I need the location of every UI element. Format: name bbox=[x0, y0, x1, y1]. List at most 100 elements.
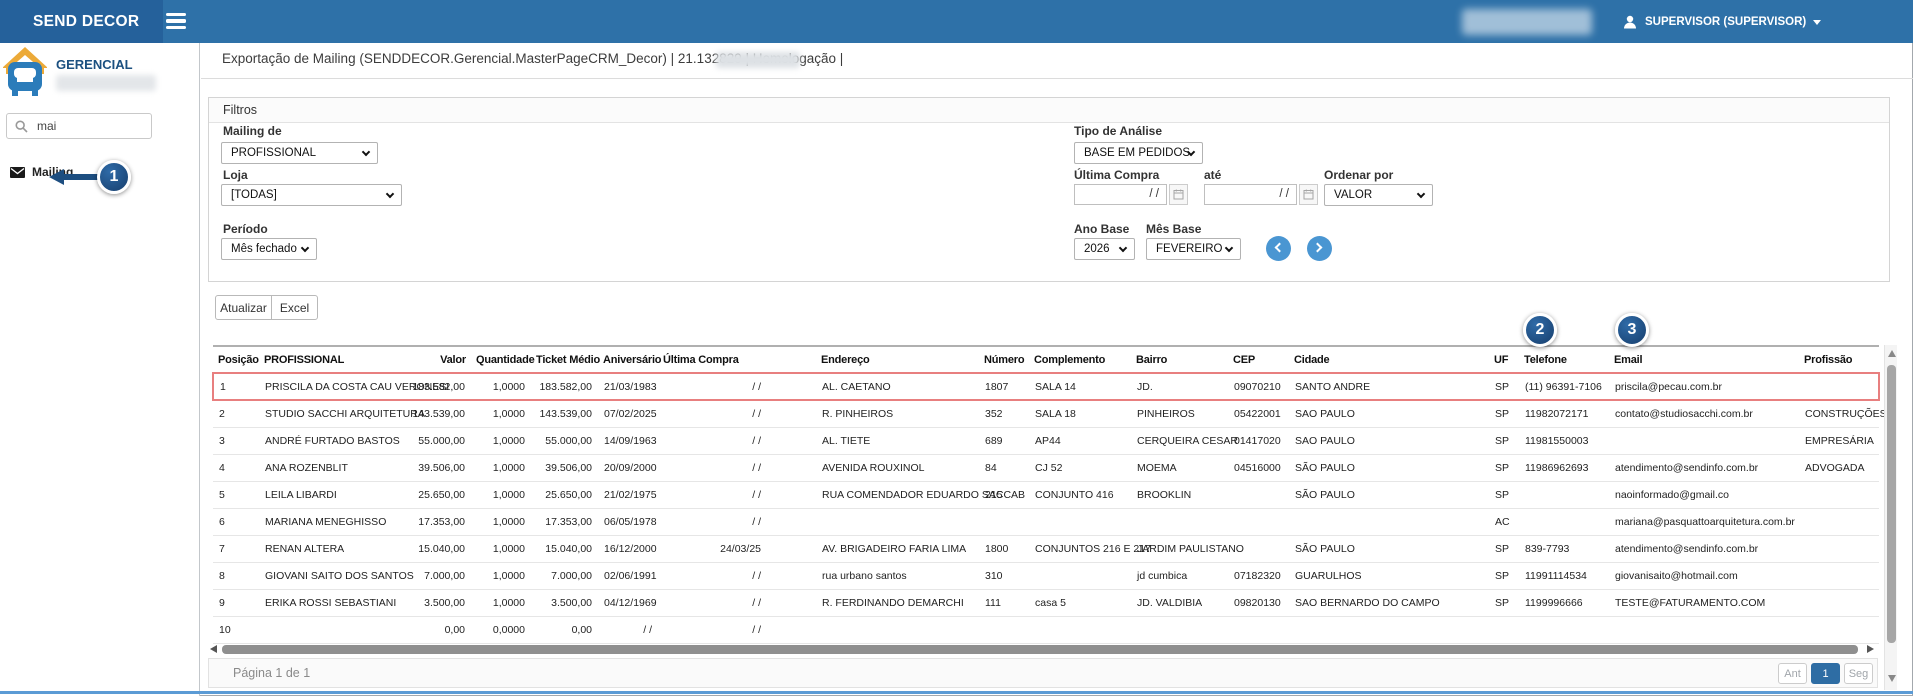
atualizar-button[interactable]: Atualizar bbox=[215, 295, 272, 320]
scroll-left-icon[interactable] bbox=[210, 645, 217, 653]
quantidade-cell: 1,0000 bbox=[471, 427, 531, 454]
scroll-down-icon[interactable] bbox=[1888, 675, 1896, 682]
excel-button[interactable]: Excel bbox=[271, 295, 318, 320]
module-title: GERENCIAL bbox=[56, 57, 133, 72]
cep-cell: 09820130 bbox=[1228, 589, 1289, 616]
sidebar-search[interactable] bbox=[6, 113, 152, 139]
ate-date-input[interactable]: / / bbox=[1204, 184, 1297, 205]
numero-cell bbox=[979, 616, 1029, 643]
mes-base-select[interactable]: FEVEREIRO bbox=[1146, 238, 1241, 260]
col-header-cidade[interactable]: Cidade bbox=[1289, 346, 1489, 373]
col-header-aniversario[interactable]: Aniversário bbox=[598, 346, 658, 373]
ultima-compra-cell: / / bbox=[658, 616, 816, 643]
table-row[interactable]: 5LEILA LIBARDI25.650,001,000025.650,0021… bbox=[213, 481, 1879, 508]
loja-label: Loja bbox=[223, 168, 248, 182]
col-header-profissional[interactable]: PROFISSIONAL bbox=[259, 346, 401, 373]
table-row[interactable]: 1PRISCILA DA COSTA CAU VERONESI183.582,0… bbox=[213, 373, 1879, 400]
cidade-cell: SAO PAULO bbox=[1289, 427, 1489, 454]
user-menu[interactable]: SUPERVISOR (SUPERVISOR) bbox=[1622, 0, 1821, 43]
calendar-button[interactable] bbox=[1169, 184, 1188, 205]
scroll-up-icon[interactable] bbox=[1888, 350, 1896, 357]
vertical-scrollbar-thumb[interactable] bbox=[1887, 365, 1896, 643]
valor-cell: 0,00 bbox=[401, 616, 471, 643]
table-row[interactable]: 3ANDRÉ FURTADO BASTOS55.000,001,000055.0… bbox=[213, 427, 1879, 454]
ultima-compra-cell: / / bbox=[658, 427, 816, 454]
col-header-ultima-compra[interactable]: Última Compra bbox=[658, 346, 816, 373]
email-cell: giovanisaito@hotmail.com bbox=[1609, 562, 1799, 589]
filters-panel-title: Filtros bbox=[209, 98, 1889, 123]
ticket-medio-cell: 0,00 bbox=[531, 616, 598, 643]
page-1-button[interactable]: 1 bbox=[1811, 663, 1840, 684]
col-header-posicao[interactable]: Posição bbox=[213, 346, 259, 373]
mailing-de-label: Mailing de bbox=[223, 124, 282, 138]
cidade-cell: SÃO PAULO bbox=[1289, 535, 1489, 562]
col-header-quantidade[interactable]: Quantidade bbox=[471, 346, 531, 373]
calendar-icon bbox=[1303, 189, 1314, 200]
ordenar-por-select[interactable]: VALOR bbox=[1324, 184, 1433, 206]
calendar-button[interactable] bbox=[1299, 184, 1318, 205]
table-row[interactable]: 4ANA ROZENBLIT39.506,001,000039.506,0020… bbox=[213, 454, 1879, 481]
periodo-select[interactable]: Mês fechado bbox=[221, 238, 317, 260]
col-header-uf[interactable]: UF bbox=[1489, 346, 1519, 373]
numero-cell bbox=[979, 508, 1029, 535]
ano-base-select[interactable]: 2026 bbox=[1074, 238, 1135, 260]
prev-month-button[interactable] bbox=[1266, 236, 1291, 261]
table-row[interactable]: 2STUDIO SACCHI ARQUITETURA143.539,001,00… bbox=[213, 400, 1879, 427]
col-header-valor[interactable]: Valor bbox=[401, 346, 471, 373]
profissional-cell bbox=[259, 616, 401, 643]
col-header-ticket-medio[interactable]: Ticket Médio bbox=[531, 346, 598, 373]
profissional-cell: MARIANA MENEGHISSO bbox=[259, 508, 401, 535]
annotation-badge-3: 3 bbox=[1615, 313, 1649, 347]
scroll-right-icon[interactable] bbox=[1867, 645, 1874, 653]
col-header-profissao[interactable]: Profissão bbox=[1799, 346, 1879, 373]
posicao-cell: 2 bbox=[213, 400, 259, 427]
user-label: SUPERVISOR (SUPERVISOR) bbox=[1645, 16, 1806, 28]
table-row[interactable]: 8GIOVANI SAITO DOS SANTOS7.000,001,00007… bbox=[213, 562, 1879, 589]
prev-page-button[interactable]: Ant bbox=[1778, 663, 1807, 684]
next-page-button[interactable]: Seg bbox=[1844, 663, 1873, 684]
telefone-cell bbox=[1519, 481, 1609, 508]
search-icon bbox=[15, 120, 28, 133]
table-row[interactable]: 100,000,00000,00/ // / bbox=[213, 616, 1879, 643]
aniversario-cell: 20/09/2000 bbox=[598, 454, 658, 481]
uf-cell: SP bbox=[1489, 427, 1519, 454]
col-header-email[interactable]: Email bbox=[1609, 346, 1799, 373]
endereco-cell bbox=[816, 508, 979, 535]
horizontal-scrollbar[interactable] bbox=[210, 644, 1878, 655]
email-cell: atendimento@sendinfo.com.br bbox=[1609, 535, 1799, 562]
col-header-numero[interactable]: Número bbox=[979, 346, 1029, 373]
table-row[interactable]: 9ERIKA ROSSI SEBASTIANI3.500,001,00003.5… bbox=[213, 589, 1879, 616]
bairro-cell: MOEMA bbox=[1131, 454, 1228, 481]
chevron-down-icon bbox=[386, 190, 394, 198]
table-row[interactable]: 7RENAN ALTERA15.040,001,000015.040,0016/… bbox=[213, 535, 1879, 562]
table-row[interactable]: 6MARIANA MENEGHISSO17.353,001,000017.353… bbox=[213, 508, 1879, 535]
col-header-cep[interactable]: CEP bbox=[1228, 346, 1289, 373]
complemento-cell: SALA 14 bbox=[1029, 373, 1131, 400]
search-input[interactable] bbox=[37, 119, 127, 133]
col-header-telefone[interactable]: Telefone bbox=[1519, 346, 1609, 373]
next-month-button[interactable] bbox=[1307, 236, 1332, 261]
tipo-analise-select[interactable]: BASE EM PEDIDOS bbox=[1074, 142, 1203, 164]
valor-cell: 15.040,00 bbox=[401, 535, 471, 562]
redacted-sidebar-text bbox=[56, 75, 156, 91]
complemento-cell: CJ 52 bbox=[1029, 454, 1131, 481]
cep-cell: 05422001 bbox=[1228, 400, 1289, 427]
cep-cell: 07182320 bbox=[1228, 562, 1289, 589]
ultima-compra-date-input[interactable]: / / bbox=[1074, 184, 1167, 205]
horizontal-scrollbar-thumb[interactable] bbox=[222, 645, 1858, 654]
profissional-cell: RENAN ALTERA bbox=[259, 535, 401, 562]
ticket-medio-cell: 183.582,00 bbox=[531, 373, 598, 400]
hamburger-menu-icon[interactable] bbox=[166, 13, 186, 30]
endereco-cell: AV. BRIGADEIRO FARIA LIMA bbox=[816, 535, 979, 562]
complemento-cell: casa 5 bbox=[1029, 589, 1131, 616]
col-header-complemento[interactable]: Complemento bbox=[1029, 346, 1131, 373]
numero-cell: 1807 bbox=[979, 373, 1029, 400]
mailing-de-value: PROFISSIONAL bbox=[231, 143, 316, 163]
col-header-endereco[interactable]: Endereço bbox=[816, 346, 979, 373]
telefone-cell: 839-7793 bbox=[1519, 535, 1609, 562]
col-header-bairro[interactable]: Bairro bbox=[1131, 346, 1228, 373]
loja-select[interactable]: [TODAS] bbox=[221, 184, 402, 206]
numero-cell: 1800 bbox=[979, 535, 1029, 562]
vertical-scrollbar[interactable] bbox=[1884, 345, 1897, 690]
mailing-de-select[interactable]: PROFISSIONAL bbox=[221, 142, 378, 164]
